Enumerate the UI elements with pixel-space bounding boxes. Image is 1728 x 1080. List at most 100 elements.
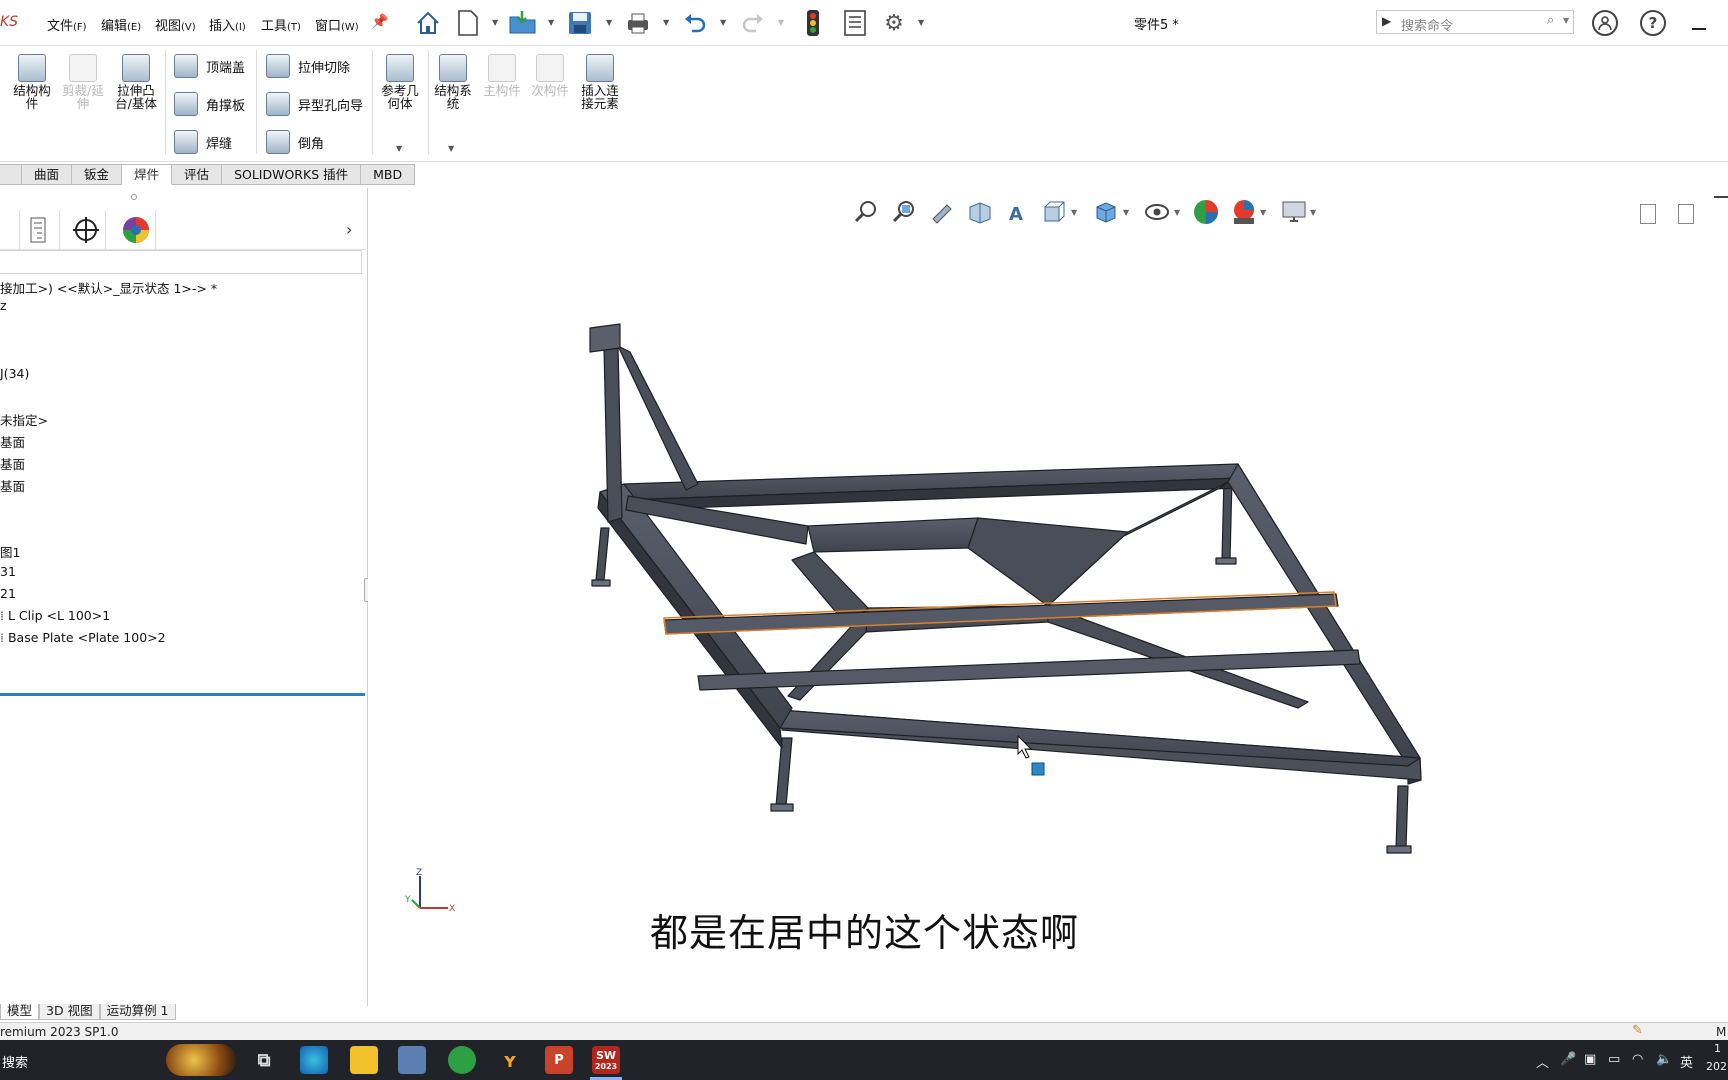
xmind-icon[interactable]: ʏ	[496, 1046, 524, 1074]
structure-system-button[interactable]: 结构系统	[432, 54, 474, 110]
structure-member-label: 结构构件	[13, 83, 51, 111]
tree-item-l-clip[interactable]: ⁞ L Clip <L 100>1	[0, 608, 110, 623]
configuration-manager-tab-icon[interactable]	[66, 210, 106, 250]
menu-tools[interactable]: 工具(T)	[261, 15, 301, 34]
chevron-down-icon[interactable]: ▼	[918, 18, 924, 27]
help-icon[interactable]: ?	[1640, 10, 1666, 36]
chamfer-button[interactable]: 倒角	[266, 130, 324, 154]
graphics-viewport[interactable]: A ▼ ▼ ▼ ▼ ▼ Z X Y	[368, 188, 1728, 1006]
chevron-down-icon[interactable]: ▼	[720, 18, 726, 27]
tree-filter-field[interactable]	[0, 250, 362, 274]
tree-item-sketch[interactable]: 图1	[0, 542, 20, 561]
ime-indicator[interactable]: 英	[1680, 1052, 1693, 1071]
undo-icon[interactable]	[680, 8, 710, 38]
powerpoint-icon[interactable]: P	[545, 1046, 573, 1074]
sw-version-label: 2023	[594, 1062, 618, 1071]
menu-file[interactable]: 文件(F)	[47, 15, 87, 34]
chevron-down-icon[interactable]: ▼	[448, 144, 454, 153]
clock-date[interactable]: 202	[1706, 1060, 1727, 1073]
search-highlight-image[interactable]	[166, 1044, 236, 1076]
chevron-down-icon[interactable]: ▼	[663, 18, 669, 27]
open-folder-icon[interactable]	[508, 8, 538, 38]
minimize-icon[interactable]	[1692, 28, 1706, 30]
chevron-down-icon[interactable]: ▼	[548, 18, 554, 27]
property-manager-tab-icon[interactable]	[20, 210, 60, 250]
tree-item-root[interactable]: 接加工>) <<默认>_显示状态 1>-> *	[0, 278, 217, 297]
battery-icon[interactable]: ▭	[1608, 1052, 1620, 1067]
wechat-icon[interactable]	[448, 1046, 476, 1074]
tab-evaluate[interactable]: 评估	[172, 164, 223, 185]
tree-item[interactable]: 31	[0, 564, 16, 579]
volume-icon[interactable]: 🔈	[1656, 1052, 1672, 1067]
tab-surfaces[interactable]: 曲面	[22, 164, 73, 185]
chevron-up-icon[interactable]: ︿	[1536, 1052, 1549, 1071]
menu-edit[interactable]: 编辑(E)	[101, 15, 141, 34]
file-explorer-icon[interactable]	[350, 1046, 378, 1074]
home-icon[interactable]	[413, 8, 443, 38]
menu-window[interactable]: 窗口(W)	[315, 15, 359, 34]
print-icon[interactable]	[623, 8, 653, 38]
solidworks-taskbar-icon[interactable]: SW 2023	[592, 1046, 620, 1074]
save-icon[interactable]	[565, 8, 595, 38]
hole-wizard-button[interactable]: 异型孔向导	[266, 92, 363, 116]
weld-bead-button[interactable]: 焊缝	[174, 130, 232, 154]
tree-item-cut-list[interactable]: J(34)	[0, 366, 29, 381]
panel-grip-icon[interactable]	[131, 194, 137, 200]
menu-view[interactable]: 视图(V)	[155, 15, 196, 34]
search-icon[interactable]: ⌕	[1547, 13, 1554, 28]
structure-member-button[interactable]: 结构构件	[8, 54, 56, 110]
insert-connection-element-button[interactable]: 插入连接元素	[576, 54, 624, 110]
tab-solidworks-addins[interactable]: SOLIDWORKS 插件	[222, 164, 362, 185]
clock-time[interactable]: 1	[1714, 1042, 1721, 1055]
rollback-bar[interactable]	[0, 693, 365, 696]
primary-member-button: 主构件	[480, 54, 524, 97]
tree-item-plane[interactable]: 基面	[0, 454, 25, 473]
new-document-icon[interactable]	[453, 8, 483, 38]
chevron-down-icon[interactable]: ▼	[396, 144, 402, 153]
tab-features[interactable]	[0, 164, 22, 185]
file-properties-icon[interactable]	[840, 8, 870, 38]
tab-model[interactable]: 模型	[0, 1004, 40, 1020]
tree-item[interactable]: z	[0, 298, 7, 313]
tab-weldments[interactable]: 焊件	[122, 164, 173, 185]
taskbar-search[interactable]: 搜索	[2, 1052, 28, 1071]
tree-item-plane[interactable]: 基面	[0, 476, 25, 495]
gear-icon[interactable]: ⚙	[879, 8, 909, 38]
tab-3d-views[interactable]: 3D 视图	[39, 1004, 100, 1020]
reference-geometry-button[interactable]: 参考几何体	[378, 54, 422, 110]
user-account-icon[interactable]	[1592, 10, 1618, 36]
tree-item[interactable]: 21	[0, 586, 16, 601]
tree-item-plane[interactable]: 基面	[0, 432, 25, 451]
tab-motion-study[interactable]: 运动算例 1	[99, 1004, 176, 1020]
rebuild-traffic-light-icon[interactable]	[798, 8, 828, 38]
microphone-icon[interactable]: 🎤	[1560, 1052, 1576, 1067]
end-cap-button[interactable]: 顶端盖	[174, 54, 245, 78]
chevron-down-icon[interactable]: ▼	[606, 18, 612, 27]
extrude-boss-button[interactable]: 拉伸凸台/基体	[110, 54, 162, 110]
chevron-down-icon[interactable]: ▼	[1563, 16, 1569, 25]
pin-icon[interactable]: 📌	[371, 14, 388, 30]
rebuild-status-icon[interactable]: ✎	[1632, 1023, 1643, 1038]
chevron-down-icon[interactable]: ▼	[492, 18, 498, 27]
tree-item-base-plate[interactable]: ⁞ Base Plate <Plate 100>2	[0, 630, 166, 645]
remote-desktop-icon[interactable]	[398, 1046, 426, 1074]
chevron-right-icon[interactable]: ›	[346, 220, 352, 239]
gusset-button[interactable]: 角撑板	[174, 92, 245, 116]
camera-settings-icon[interactable]: ▣	[1584, 1052, 1596, 1067]
units-indicator[interactable]: M	[1716, 1025, 1726, 1039]
tab-mbd[interactable]: MBD	[361, 164, 416, 185]
tab-sheet-metal[interactable]: 钣金	[72, 164, 123, 185]
gusset-label: 角撑板	[206, 98, 246, 114]
display-manager-tab-icon[interactable]	[116, 210, 156, 250]
feature-tree-tab[interactable]	[0, 210, 20, 250]
end-cap-label: 顶端盖	[206, 60, 246, 76]
edge-browser-icon[interactable]	[300, 1046, 328, 1074]
menu-insert[interactable]: 插入(I)	[209, 15, 246, 34]
tree-item-material[interactable]: 未指定>	[0, 410, 48, 429]
extrude-cut-button[interactable]: 拉伸切除	[266, 54, 350, 78]
search-commands-field[interactable]: ▶ 搜索命令 ⌕ ▼	[1376, 10, 1574, 34]
weldment-frame-model[interactable]: Z X Y	[368, 188, 1728, 1006]
wifi-icon[interactable]: ◠	[1632, 1052, 1643, 1067]
svg-text:Y: Y	[404, 895, 411, 905]
task-view-icon[interactable]: ⧉	[250, 1046, 278, 1074]
